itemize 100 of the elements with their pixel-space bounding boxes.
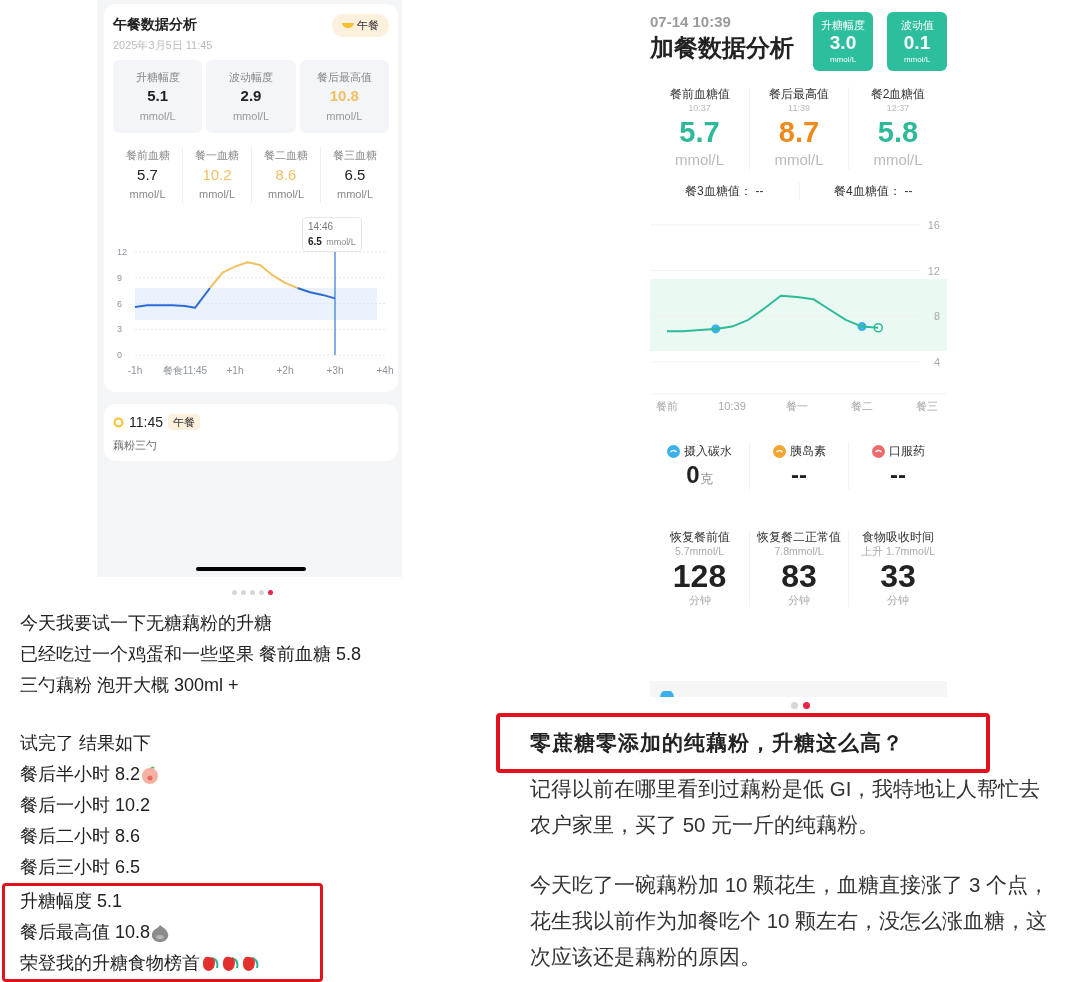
meal-food: 藕粉三勺: [113, 437, 158, 453]
medicine-icon: [871, 444, 885, 458]
extra-value: --: [904, 183, 913, 200]
insulin-icon: [772, 444, 786, 458]
y-tick-label: 8: [933, 310, 940, 323]
blob-emoji-icon: [150, 922, 171, 943]
intake-label: 口服药: [888, 443, 925, 460]
timing-unit: 分钟: [788, 594, 810, 607]
reading-value: 6.5: [344, 164, 366, 185]
x-tick-label: 餐一: [786, 400, 808, 412]
card-title: 午餐数据分析: [113, 15, 197, 34]
stat-unit: mmol/L: [674, 150, 725, 170]
stat-unit: mmol/L: [774, 150, 824, 170]
badge-value: 3.0: [829, 32, 857, 54]
reading-unit: mmol/L: [267, 187, 305, 202]
timing-sub: 5.7mmol/L: [675, 545, 724, 558]
peach-emoji-icon: [140, 764, 161, 785]
meal-time: 11:45: [129, 412, 163, 432]
badge-value: 0.1: [903, 32, 931, 54]
reading-value: 10.2: [202, 164, 232, 185]
tile-unit: mmol/L: [139, 108, 176, 124]
timing-unit: 分钟: [688, 594, 711, 607]
timing-value: 128: [672, 558, 727, 594]
post-text-line: 三勺藕粉 泡开大概 300ml +: [20, 674, 239, 697]
tooltip-value: 6.5: [308, 235, 322, 247]
timing-value: 33: [880, 558, 916, 594]
timing-sub: 上升 1.7mmol/L: [861, 545, 935, 558]
post-text-line: 荣登我的升糖食物榜首: [20, 952, 200, 975]
timing-label: 食物吸收时间: [862, 530, 934, 545]
timing-sub: 7.8mmol/L: [774, 545, 824, 558]
stat-label: 餐2血糖值: [870, 87, 926, 102]
post-text-line: 餐后三小时 6.5: [20, 856, 141, 879]
post-text-line: 餐后半小时 8.2: [20, 763, 141, 786]
tile-label: 餐后最高值: [316, 69, 372, 85]
x-tick-label: 餐前: [656, 400, 678, 412]
x-tick-label: 10:39: [718, 400, 746, 412]
post-text-line: 升糖幅度 5.1: [20, 890, 123, 913]
post-paragraph: 记得以前在哪里看到过藕粉是低 GI，我特地让人帮忙去农户家里，买了 50 元一斤的纯藕粉。: [530, 776, 1042, 838]
x-tick-label: 餐食11:45: [162, 364, 208, 376]
post-text-line: 已经吃过一个鸡蛋和一些坚果 餐前血糖 5.8: [20, 643, 362, 666]
y-tick-label: 3: [117, 323, 122, 334]
tile-label: 升糖幅度: [135, 69, 180, 85]
stat-value: 5.7: [679, 115, 720, 150]
tile-label: 波动幅度: [229, 69, 273, 85]
post-text-line: 今天我要试一下无糖藕粉的升糖: [20, 612, 272, 635]
x-tick-label: -1h: [127, 364, 143, 376]
reading-unit: mmol/L: [129, 187, 166, 202]
stat-label: 餐前血糖值: [669, 87, 730, 102]
meal-tag: 午餐: [168, 413, 200, 431]
x-tick-label: +4h: [376, 364, 394, 376]
timing-label: 恢复餐二正常值: [757, 530, 841, 545]
post-text-line: 餐后二小时 8.6: [20, 825, 141, 848]
extra-label: 餐4血糖值：: [833, 183, 901, 200]
page-title: 加餐数据分析: [650, 33, 794, 63]
reading-unit: mmol/L: [336, 187, 374, 202]
intake-value: 0: [686, 460, 700, 490]
reading-label: 餐一血糖: [195, 148, 239, 163]
reading-dot: [857, 322, 867, 332]
y-tick-label: 9: [117, 272, 122, 283]
intake-value: --: [791, 460, 807, 490]
sun-icon: [113, 416, 124, 428]
intake-value: --: [890, 460, 906, 490]
badge-unit: mmol/L: [903, 54, 931, 65]
badge-label: 升糖幅度: [821, 18, 865, 32]
current-point: [873, 322, 884, 333]
stat-time: 10:37: [688, 102, 711, 114]
y-tick-label: 12: [927, 264, 940, 277]
x-tick-label: +2h: [276, 364, 294, 376]
stat-time: 11:39: [788, 102, 810, 114]
reading-label: 餐二血糖: [264, 148, 308, 163]
x-tick-label: 餐二: [851, 400, 873, 412]
reading-label: 餐三血糖: [333, 148, 377, 163]
stat-label: 餐后最高值: [769, 87, 829, 102]
post-paragraph: 今天吃了一碗藕粉加 10 颗花生，血糖直接涨了 3 个点，花生我以前作为加餐吃个 10 颗左右，没怎么涨血糖，这次应该还是藕粉的原因。: [530, 872, 1050, 970]
intake-label: 胰岛素: [789, 443, 826, 460]
tile-value: 10.8: [329, 86, 359, 107]
y-tick-label: 12: [117, 246, 127, 257]
reading-label: 餐前血糖: [125, 148, 170, 163]
reading-unit: mmol/L: [198, 187, 236, 202]
food-icon: [660, 691, 674, 697]
post-text-line: 试完了 结果如下: [20, 732, 151, 755]
bowl-icon: [342, 22, 354, 29]
record-datetime: 07-14 10:39: [650, 12, 732, 32]
y-tick-label: 6: [117, 298, 122, 308]
card-date: 2025年3月5日 11:45: [113, 37, 214, 53]
tile-unit: mmol/L: [326, 108, 363, 124]
badge-label: 波动值: [900, 18, 934, 32]
tooltip-time: 14:46: [308, 219, 335, 233]
stat-value: 8.7: [778, 115, 820, 150]
post-text-line: 餐后最高值 10.8: [20, 921, 151, 944]
badge-unit: mmol/L: [829, 54, 857, 65]
x-tick-label: +1h: [226, 364, 244, 376]
extra-value: --: [755, 183, 764, 200]
tooltip-unit: mmol/L: [326, 236, 356, 247]
stat-unit: mmol/L: [873, 150, 923, 170]
tile-unit: mmol/L: [232, 108, 269, 124]
timing-unit: 分钟: [887, 594, 909, 607]
post-text-line: 餐后一小时 10.2: [20, 794, 151, 817]
reading-dot: [711, 324, 721, 334]
reading-value: 8.6: [275, 164, 297, 185]
